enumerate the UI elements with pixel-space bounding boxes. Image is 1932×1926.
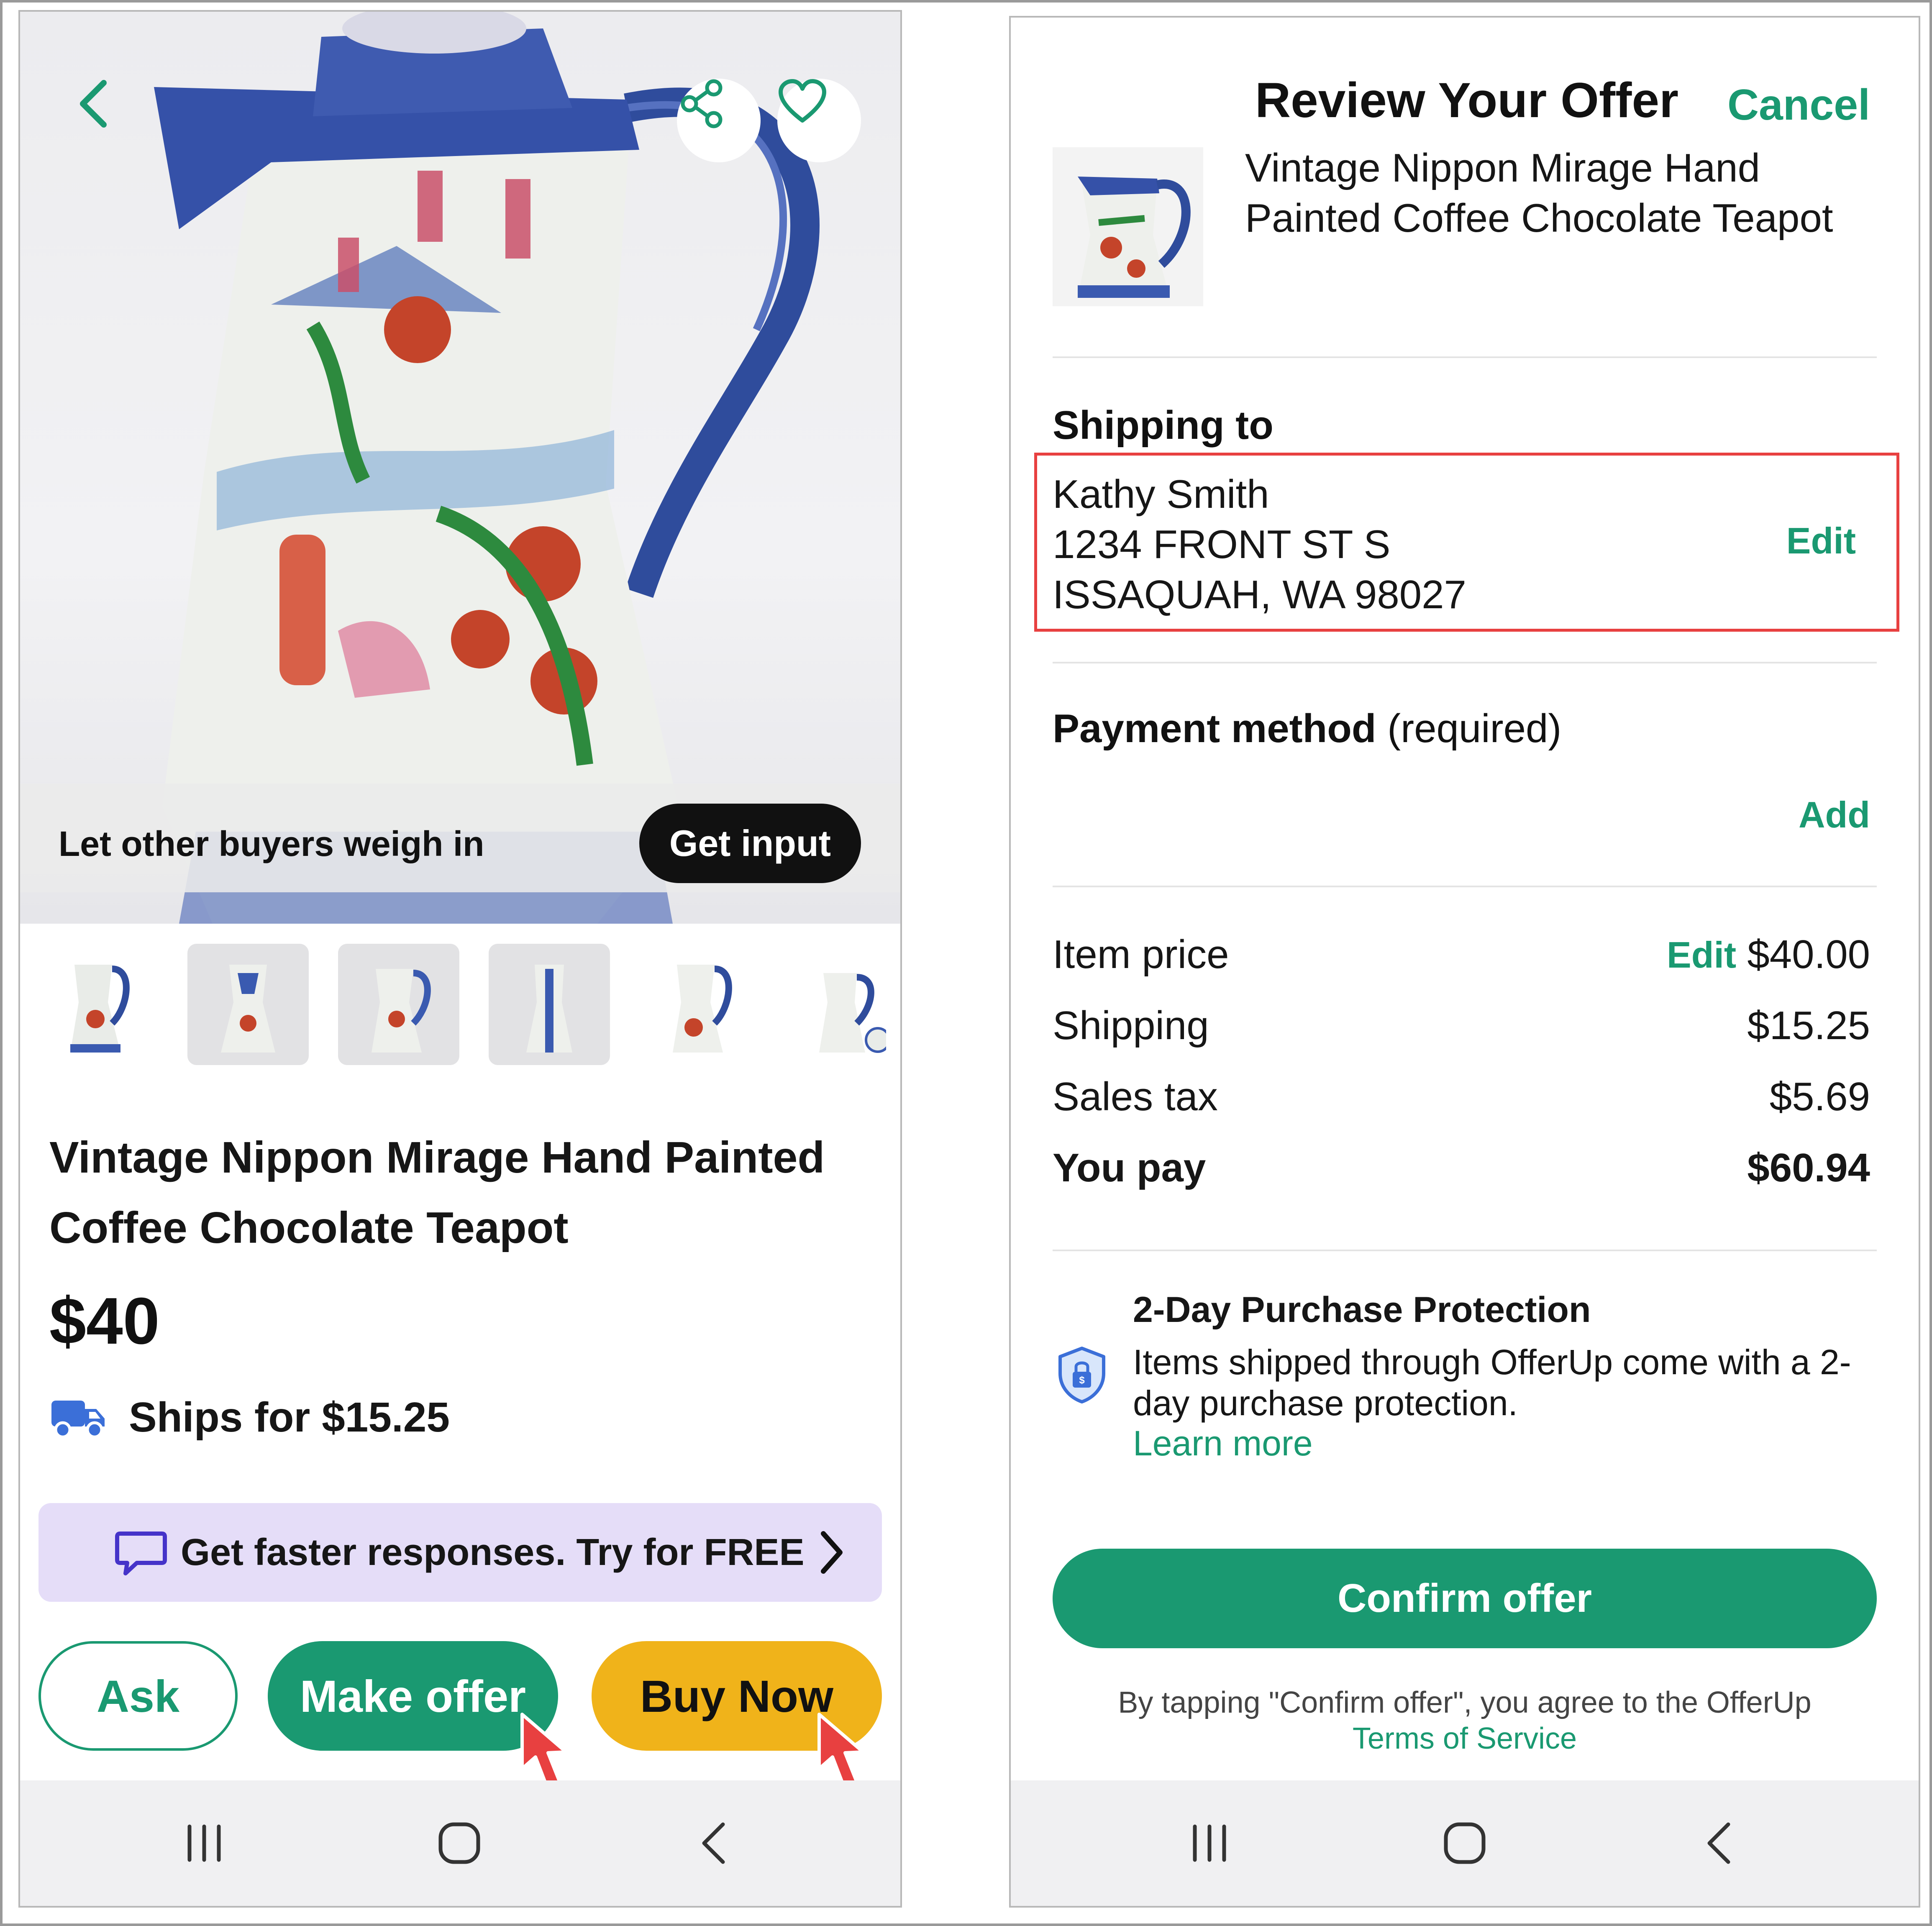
ask-button[interactable]: Ask — [38, 1641, 238, 1751]
shipping-text: Ships for $15.25 — [129, 1393, 450, 1441]
product-photo[interactable]: Let other buyers weigh in Get input — [20, 12, 900, 924]
get-input-prompt: Let other buyers weigh in — [59, 824, 484, 863]
shipping-address: Kathy Smith 1234 FRONT ST S ISSAQUAH, WA… — [1053, 469, 1466, 620]
edit-address-link[interactable]: Edit — [1786, 520, 1856, 562]
shipping-value: $15.25 — [1747, 1003, 1870, 1048]
sales-tax-value: $5.69 — [1769, 1074, 1870, 1119]
recents-icon[interactable] — [179, 1818, 229, 1868]
nav-back-icon[interactable] — [1695, 1818, 1745, 1868]
favorite-button[interactable] — [777, 79, 861, 162]
home-icon[interactable] — [1440, 1818, 1490, 1868]
legal-text: By tapping "Confirm offer", you agree to… — [1011, 1685, 1919, 1757]
thumbnail-5[interactable] — [639, 944, 761, 1065]
edit-price-link[interactable]: Edit — [1667, 934, 1736, 976]
thumbnail-image — [221, 965, 275, 1053]
total-label: You pay — [1053, 1145, 1206, 1190]
thumbnail-strip — [20, 940, 900, 1066]
item-price-value: $40.00 — [1747, 932, 1870, 977]
product-title: Vintage Nippon Mirage Hand Painted Coffe… — [1245, 146, 1833, 241]
get-input-button[interactable]: Get input — [639, 804, 861, 883]
divider — [1053, 886, 1877, 887]
teapot-thumbnail — [1053, 147, 1203, 306]
thumbnail-image — [819, 973, 886, 1053]
payment-heading: Payment method (required) — [1053, 706, 1561, 752]
nav-back-icon[interactable] — [689, 1818, 740, 1868]
thumbnail-image — [70, 965, 130, 1053]
listing-screen: Let other buyers weigh in Get input Vint… — [18, 10, 902, 1908]
back-icon — [80, 80, 107, 128]
shield-icon: $ — [1058, 1347, 1105, 1404]
thumbnail-image — [673, 965, 732, 1053]
sales-tax-label: Sales tax — [1053, 1074, 1218, 1119]
listing-price: $40 — [49, 1284, 160, 1358]
address-name: Kathy Smith — [1053, 472, 1269, 517]
thumbnail-image — [372, 969, 431, 1053]
share-button[interactable] — [677, 79, 761, 162]
promo-banner[interactable]: Get faster responses. Try for FREE — [38, 1503, 882, 1602]
review-offer-screen: Review Your Offer Cancel Vintage Nippon … — [1009, 16, 1920, 1908]
thumbnail-2[interactable] — [187, 944, 309, 1065]
back-button[interactable] — [74, 79, 158, 162]
add-payment-link[interactable]: Add — [1799, 794, 1870, 836]
payment-heading-label: Payment method — [1053, 706, 1376, 751]
protection-text: Items shipped through OfferUp come with … — [1133, 1342, 1851, 1423]
learn-more-link[interactable]: Learn more — [1133, 1423, 1313, 1464]
heart-icon — [779, 79, 826, 123]
divider — [1053, 356, 1877, 358]
thumbnail-4[interactable] — [489, 944, 610, 1065]
cancel-button[interactable]: Cancel — [1727, 80, 1870, 130]
truck-icon — [51, 1401, 105, 1439]
legal-agreement: By tapping "Confirm offer", you agree to… — [1118, 1686, 1812, 1719]
product-thumbnail — [1053, 147, 1203, 306]
item-price-label: Item price — [1053, 932, 1229, 977]
address-line1: 1234 FRONT ST S — [1053, 522, 1391, 567]
total-value: $60.94 — [1747, 1145, 1870, 1190]
thumbnail-3[interactable] — [338, 944, 459, 1065]
protection-title: 2-Day Purchase Protection — [1133, 1290, 1591, 1330]
terms-of-service-link[interactable]: Terms of Service — [1011, 1721, 1919, 1757]
shipping-info: Ships for $15.25 — [49, 1392, 450, 1442]
system-nav-bar — [20, 1780, 900, 1906]
make-offer-button[interactable]: Make offer — [268, 1641, 558, 1751]
thumbnail-1[interactable] — [37, 944, 158, 1065]
divider — [1053, 1250, 1877, 1251]
listing-title: Vintage Nippon Mirage Hand Painted Coffe… — [49, 1133, 825, 1252]
share-icon — [681, 79, 723, 128]
home-icon[interactable] — [434, 1818, 484, 1868]
chevron-right-icon — [821, 1531, 843, 1574]
thumbnail-image — [526, 965, 572, 1053]
shipping-heading: Shipping to — [1053, 403, 1273, 448]
address-line2: ISSAQUAH, WA 98027 — [1053, 572, 1466, 617]
svg-text:$: $ — [1079, 1375, 1085, 1386]
divider — [1053, 662, 1877, 663]
confirm-offer-button[interactable]: Confirm offer — [1053, 1549, 1877, 1648]
promo-text: Get faster responses. Try for FREE — [181, 1531, 805, 1573]
recents-icon[interactable] — [1184, 1818, 1235, 1868]
payment-required-note: (required) — [1387, 706, 1562, 751]
get-input-bar: Let other buyers weigh in Get input — [20, 784, 900, 892]
system-nav-bar — [1011, 1780, 1919, 1906]
chat-icon — [115, 1532, 167, 1575]
shipping-label: Shipping — [1053, 1003, 1209, 1048]
thumbnail-6[interactable] — [790, 944, 900, 1065]
